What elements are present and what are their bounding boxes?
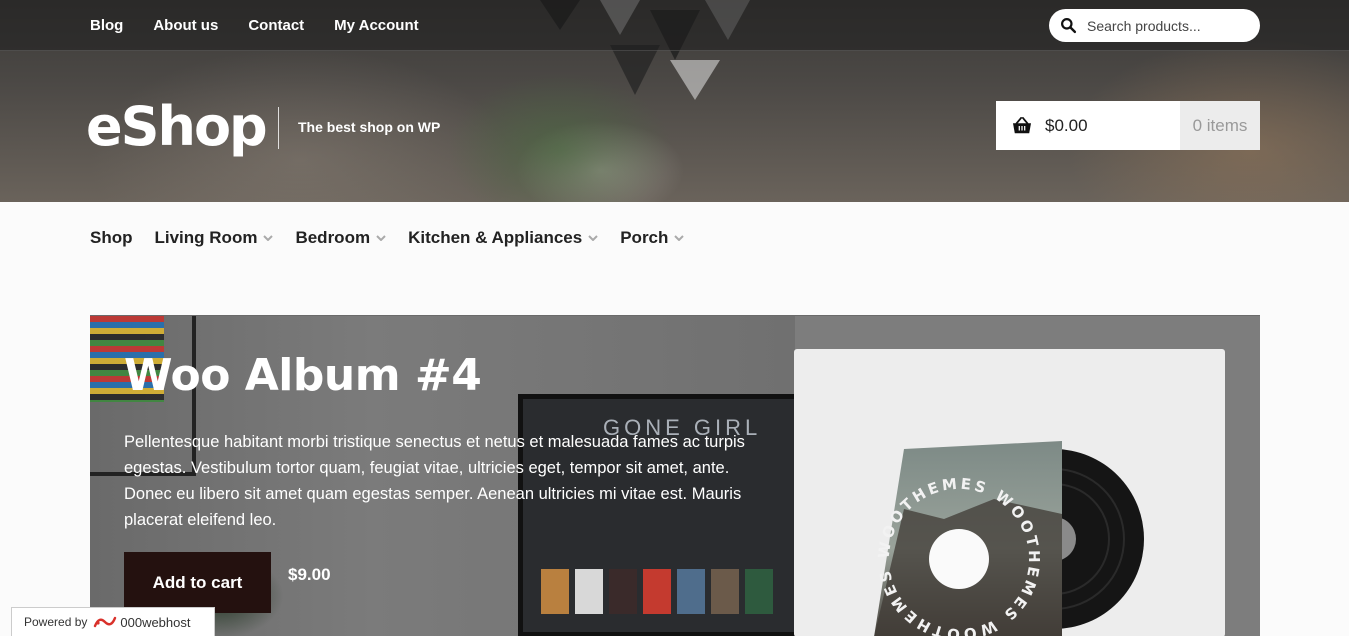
- cart-item-count[interactable]: 0 items: [1180, 101, 1260, 150]
- site-logo[interactable]: eShop: [86, 95, 268, 158]
- top-bar: Blog About us Contact My Account: [0, 0, 1349, 51]
- chevron-down-icon: [674, 235, 685, 241]
- powered-by-label: Powered by: [24, 615, 88, 629]
- site-tagline: The best shop on WP: [298, 119, 441, 135]
- product-price: $9.00: [288, 565, 331, 584]
- nav-item-porch[interactable]: Porch: [620, 228, 685, 248]
- nav-link-my-account[interactable]: My Account: [334, 17, 418, 34]
- nav-item-bedroom[interactable]: Bedroom: [295, 228, 386, 248]
- primary-navigation: Shop Living Room Bedroom Kitchen & Appli…: [90, 228, 685, 248]
- webhost-logo-icon: [94, 616, 117, 628]
- nav-link-contact[interactable]: Contact: [248, 17, 304, 34]
- product-image[interactable]: WOOTHEMES WOOTHEMES WOOTHEMES: [794, 349, 1225, 636]
- nav-item-shop[interactable]: Shop: [90, 228, 133, 248]
- nav-item-label: Bedroom: [295, 228, 371, 247]
- secondary-navigation: Blog About us Contact My Account: [90, 0, 419, 50]
- featured-product-hero: GONE GIRL Woo Album #4 Pellentesque habi…: [90, 315, 1260, 636]
- chevron-down-icon: [376, 235, 386, 241]
- product-description: Pellentesque habitant morbi tristique se…: [124, 433, 745, 529]
- logo-divider: [278, 107, 279, 149]
- basket-icon: [1013, 116, 1031, 133]
- add-to-cart-button[interactable]: Add to cart: [124, 552, 271, 613]
- header-cart[interactable]: $0.00 0 items: [996, 101, 1260, 150]
- nav-item-label: Shop: [90, 228, 133, 247]
- nav-link-blog[interactable]: Blog: [90, 17, 123, 34]
- chevron-down-icon: [588, 235, 598, 241]
- product-title[interactable]: Woo Album #4: [124, 350, 482, 401]
- webhost-name: 000webhost: [120, 614, 191, 630]
- nav-item-label: Porch: [620, 228, 669, 247]
- cart-amount: $0.00: [1045, 115, 1088, 135]
- nav-item-kitchen-appliances[interactable]: Kitchen & Appliances: [408, 228, 598, 248]
- site-header: Blog About us Contact My Account eShop T…: [0, 0, 1349, 202]
- nav-item-label: Living Room: [154, 228, 258, 247]
- search-input[interactable]: [1087, 17, 1247, 34]
- chevron-down-icon: [263, 235, 274, 241]
- nav-link-about-us[interactable]: About us: [153, 17, 218, 34]
- tv-poster-row: [541, 569, 773, 614]
- search-icon: [1061, 18, 1077, 34]
- nav-item-label: Kitchen & Appliances: [408, 228, 583, 247]
- nav-item-living-room[interactable]: Living Room: [155, 228, 274, 248]
- vinyl-album-image: WOOTHEMES WOOTHEMES WOOTHEMES: [874, 441, 1144, 636]
- cart-total[interactable]: $0.00: [996, 101, 1180, 150]
- product-search[interactable]: [1049, 9, 1260, 42]
- powered-by-badge[interactable]: Powered by 000webhost: [11, 607, 215, 636]
